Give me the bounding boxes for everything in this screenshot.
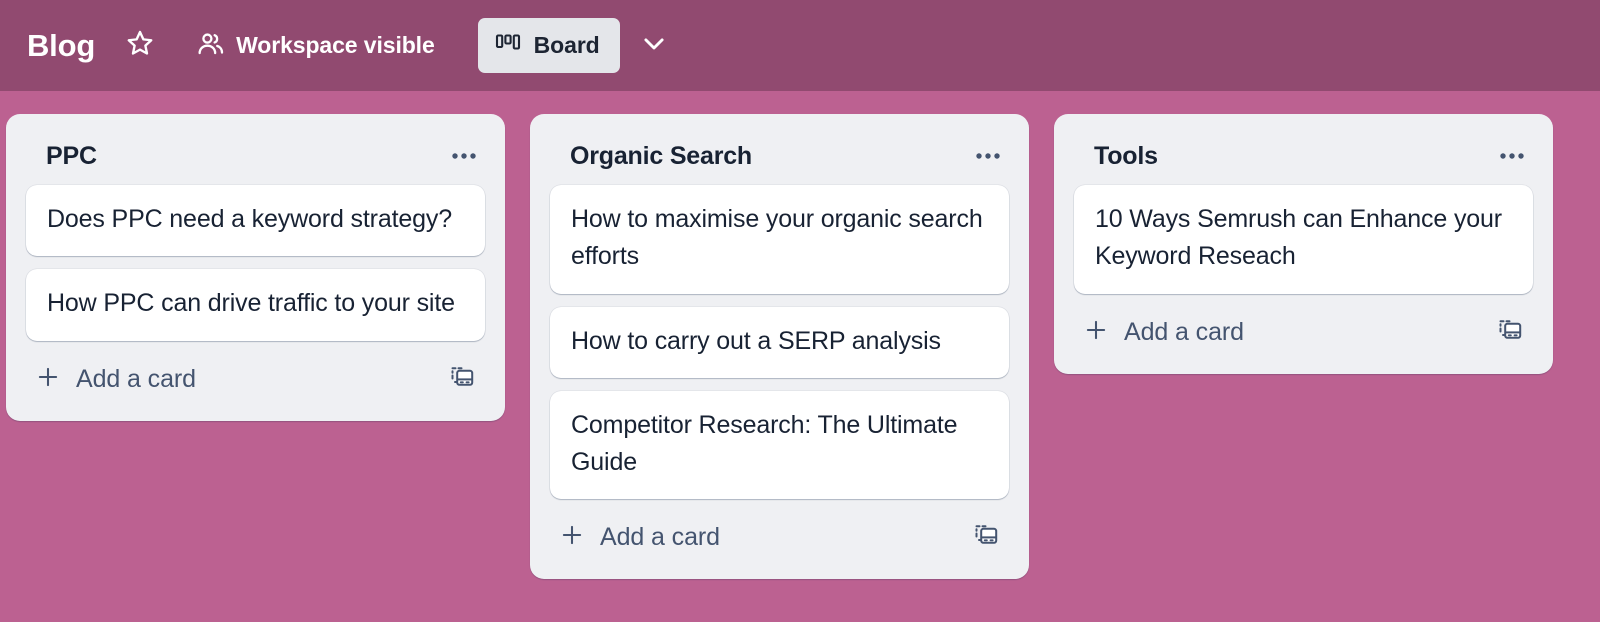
list-actions-button[interactable] [1494, 140, 1530, 172]
list-footer: Add a card [17, 341, 494, 410]
card-title: How to carry out a SERP analysis [571, 326, 941, 355]
card-title: How PPC can drive traffic to your site [47, 289, 455, 318]
list-footer: Add a card [1065, 294, 1542, 363]
plus-icon [559, 522, 585, 553]
add-card-button[interactable]: Add a card [29, 360, 204, 399]
trello-board-app: Blog Workspace visible Board PPC Does PP… [0, 0, 1600, 622]
card-template-icon [449, 364, 475, 395]
list-title: PPC [46, 141, 97, 170]
board-list-organic-search: Organic Search How to maximise your orga… [530, 114, 1029, 580]
list-actions-button[interactable] [446, 140, 482, 172]
board-lists-container: PPC Does PPC need a keyword strategy? Ho… [0, 91, 1600, 622]
workspace-visibility-button[interactable]: Workspace visible [187, 23, 447, 69]
card-title: How to maximise your organic search effo… [571, 205, 983, 271]
list-header: PPC [17, 124, 494, 185]
card-template-icon [973, 522, 999, 553]
board-view-button[interactable]: Board [477, 18, 620, 73]
list-title: Organic Search [570, 141, 753, 170]
list-actions-ellipsis-icon [1499, 147, 1525, 165]
page-title: Blog [27, 28, 96, 63]
list-actions-button[interactable] [970, 140, 1006, 172]
card-title: Competitor Research: The Ultimate Guide [571, 410, 958, 476]
add-card-label: Add a card [76, 364, 196, 393]
list-title: Tools [1094, 141, 1158, 170]
list-cards: Does PPC need a keyword strategy? How PP… [17, 185, 494, 341]
add-card-label: Add a card [600, 523, 720, 552]
add-card-label: Add a card [1124, 317, 1244, 346]
list-header: Organic Search [541, 124, 1018, 185]
board-card[interactable]: How to carry out a SERP analysis [550, 306, 1009, 378]
board-view-dropdown-button[interactable] [631, 23, 677, 69]
list-cards: How to maximise your organic search effo… [541, 185, 1018, 500]
star-outline-icon [125, 28, 155, 63]
card-title: 10 Ways Semrush can Enhance your Keyword… [1095, 205, 1502, 271]
list-actions-ellipsis-icon [451, 147, 477, 165]
chevron-down-icon [639, 28, 669, 63]
workspace-visibility-label: Workspace visible [236, 32, 435, 58]
plus-icon [1083, 317, 1109, 348]
board-header: Blog Workspace visible Board [0, 0, 1600, 91]
board-card[interactable]: How to maximise your organic search effo… [550, 185, 1009, 294]
add-card-button[interactable]: Add a card [1077, 313, 1252, 352]
workspace-members-icon [195, 28, 226, 64]
list-actions-ellipsis-icon [975, 147, 1001, 165]
board-card[interactable]: 10 Ways Semrush can Enhance your Keyword… [1074, 185, 1533, 294]
create-from-template-button[interactable] [1491, 313, 1529, 351]
plus-icon [35, 364, 61, 395]
list-header: Tools [1065, 124, 1542, 185]
board-list-ppc: PPC Does PPC need a keyword strategy? Ho… [6, 114, 505, 421]
star-board-button[interactable] [117, 23, 163, 69]
board-view-label: Board [533, 32, 600, 58]
card-title: Does PPC need a keyword strategy? [47, 205, 452, 233]
board-card[interactable]: How PPC can drive traffic to your site [26, 269, 485, 341]
card-template-icon [1497, 317, 1523, 348]
list-cards: 10 Ways Semrush can Enhance your Keyword… [1065, 185, 1542, 294]
add-card-button[interactable]: Add a card [553, 518, 728, 557]
create-from-template-button[interactable] [443, 360, 481, 398]
list-footer: Add a card [541, 499, 1018, 568]
board-view-icon [495, 32, 521, 59]
board-list-tools: Tools 10 Ways Semrush can Enhance your K… [1054, 114, 1553, 374]
board-card[interactable]: Does PPC need a keyword strategy? [26, 185, 485, 257]
board-card[interactable]: Competitor Research: The Ultimate Guide [550, 390, 1009, 500]
create-from-template-button[interactable] [967, 519, 1005, 557]
